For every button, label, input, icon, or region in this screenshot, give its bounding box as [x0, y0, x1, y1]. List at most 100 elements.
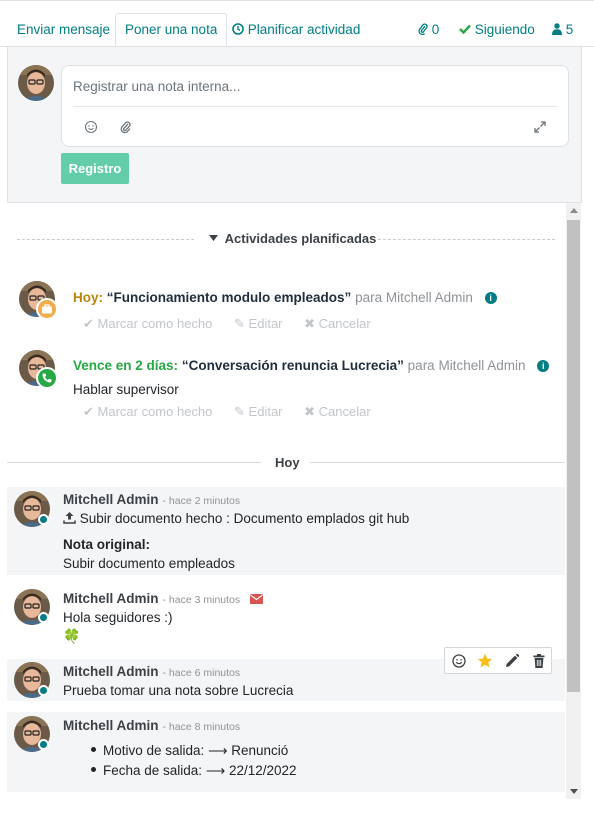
day-separator-right	[310, 462, 565, 463]
activities-toggle[interactable]: Actividades planificadas	[209, 231, 376, 246]
chatter-topbar: Enviar mensaje Poner una nota Planificar…	[0, 0, 594, 49]
tracking-new-value: Renunció	[231, 743, 289, 758]
caret-down-icon	[209, 235, 218, 241]
activities-separator-left	[17, 239, 194, 240]
edit-icon[interactable]	[503, 652, 521, 670]
note-composer: Registrar una nota interna... Registro	[7, 47, 582, 203]
phone-icon	[42, 373, 52, 383]
author-name[interactable]: Mitchell Admin	[63, 664, 159, 679]
info-icon[interactable]: i	[537, 360, 550, 372]
add-reaction-icon[interactable]	[450, 652, 468, 670]
clock-icon	[232, 23, 244, 35]
message-item: Mitchell Admin - hace 3 minutos Hola segu…	[7, 586, 565, 656]
activities-separator-right	[378, 239, 555, 240]
author-name[interactable]: Mitchell Admin	[63, 591, 159, 606]
tab-schedule-activity[interactable]: Planificar actividad	[232, 14, 360, 48]
message-item: Mitchell Admin - hace 2 minutos Subir doc…	[7, 487, 565, 575]
activity-title: Hoy: “Funcionamiento modulo empleados” p…	[73, 290, 497, 305]
scroll-down-arrow[interactable]	[570, 789, 578, 794]
activity-note: Hablar supervisor	[73, 382, 179, 397]
following-label: Siguiendo	[474, 22, 535, 37]
message-author[interactable]: Mitchell Admin - hace 6 minutos	[63, 664, 240, 679]
note-input[interactable]: Registrar una nota interna...	[73, 79, 240, 94]
activity-assignee: para Mitchell Admin	[407, 358, 526, 373]
online-status-dot	[38, 514, 49, 525]
expand-icon[interactable]	[531, 118, 549, 136]
cancel-activity-button[interactable]: ✖ Cancelar	[304, 404, 371, 419]
followers-count: 5	[565, 22, 574, 37]
arrow-right-icon: ⟶	[205, 763, 226, 778]
author-name[interactable]: Mitchell Admin	[63, 718, 159, 733]
tracking-value-row: Motivo de salida: ⟶ Renunció	[91, 743, 288, 759]
message-time: - hace 6 minutos	[162, 667, 241, 679]
activity-status-badge	[36, 298, 58, 320]
message-text: Subir documento hecho : Documento emplad…	[79, 511, 410, 526]
tracking-field: Fecha de salida:	[103, 763, 203, 778]
tracking-value-row: Fecha de salida: ⟶ 22/12/2022	[91, 763, 297, 779]
attachments-count: 0	[431, 22, 440, 37]
activity-due-label: Hoy:	[73, 290, 103, 305]
message-text: Prueba tomar una nota sobre Lucrecia	[63, 683, 294, 698]
bullet	[91, 767, 96, 772]
composer-avatar	[18, 65, 54, 104]
activity-item: Hoy: “Funcionamiento modulo empleados” p…	[0, 281, 560, 341]
scrollbar-thumb[interactable]	[567, 220, 580, 692]
tab-log-note[interactable]: Poner una nota	[115, 13, 228, 49]
activity-summary: “Funcionamiento modulo empleados”	[106, 290, 352, 305]
online-status-dot	[38, 739, 49, 750]
envelope-icon	[249, 594, 263, 604]
message-time: - hace 8 minutos	[162, 721, 241, 733]
tracking-field: Motivo de salida:	[103, 743, 205, 758]
upload-icon	[63, 512, 76, 524]
message-author[interactable]: Mitchell Admin - hace 2 minutos	[63, 492, 240, 507]
online-status-dot	[38, 685, 49, 696]
activity-actions: ✔ Marcar como hecho ✎ Editar ✖ Cancelar	[83, 404, 389, 420]
author-name[interactable]: Mitchell Admin	[63, 492, 159, 507]
edit-activity-button[interactable]: ✎ Editar	[234, 316, 282, 331]
info-icon[interactable]: i	[484, 292, 497, 304]
check-icon	[459, 24, 471, 35]
scroll-up-arrow[interactable]	[570, 208, 578, 213]
bullet	[91, 747, 96, 752]
activity-item: Vence en 2 días: “Conversación renuncia …	[0, 350, 560, 425]
message-time: - hace 2 minutos	[162, 495, 241, 507]
original-note-text: Subir documento empleados	[63, 556, 235, 571]
message-author[interactable]: Mitchell Admin - hace 8 minutos	[63, 718, 240, 733]
star-icon[interactable]	[476, 652, 494, 670]
mark-done-button[interactable]: ✔ Marcar como hecho	[83, 404, 212, 419]
day-separator-label: Hoy	[275, 455, 300, 470]
activity-title: Vence en 2 días: “Conversación renuncia …	[73, 358, 550, 373]
following-button[interactable]: Siguiendo	[459, 14, 535, 48]
activity-actions: ✔ Marcar como hecho ✎ Editar ✖ Cancelar	[83, 316, 389, 332]
trash-icon[interactable]	[530, 652, 548, 670]
message-time: - hace 3 minutos	[162, 594, 241, 606]
attachments-button[interactable]: 0	[418, 14, 439, 48]
clover-emoji: 🍀	[63, 628, 81, 644]
message-item: Mitchell Admin - hace 8 minutos Motivo de…	[7, 712, 565, 792]
register-note-button[interactable]: Registro	[61, 153, 129, 184]
edit-activity-button[interactable]: ✎ Editar	[234, 404, 282, 419]
cancel-activity-button[interactable]: ✖ Cancelar	[304, 316, 371, 331]
paperclip-icon	[418, 23, 428, 36]
activity-summary: “Conversación renuncia Lucrecia”	[181, 358, 404, 373]
note-divider	[73, 106, 557, 107]
activities-header: Actividades planificadas	[224, 231, 377, 246]
activity-due-label: Vence en 2 días:	[73, 358, 179, 373]
message-author[interactable]: Mitchell Admin - hace 3 minutos	[63, 591, 263, 606]
followers-button[interactable]: 5	[552, 14, 573, 48]
message-text: Hola seguidores :)	[63, 610, 173, 625]
emoji-icon[interactable]	[82, 118, 100, 136]
arrow-right-icon: ⟶	[208, 743, 228, 758]
attachment-icon[interactable]	[117, 118, 135, 136]
activity-assignee: para Mitchell Admin	[355, 290, 473, 305]
message-body: Subir documento hecho : Documento emplad…	[63, 511, 409, 526]
online-status-dot	[38, 612, 49, 623]
tracking-new-value: 22/12/2022	[228, 763, 297, 778]
message-actions-toolbar	[444, 647, 552, 674]
mark-done-button[interactable]: ✔ Marcar como hecho	[83, 316, 212, 331]
activity-status-badge	[36, 367, 58, 389]
tab-schedule-activity-label: Planificar actividad	[247, 22, 361, 37]
note-input-box[interactable]: Registrar una nota interna...	[61, 65, 569, 147]
original-note-label: Nota original:	[63, 537, 150, 552]
tab-send-message[interactable]: Enviar mensaje	[17, 14, 110, 48]
